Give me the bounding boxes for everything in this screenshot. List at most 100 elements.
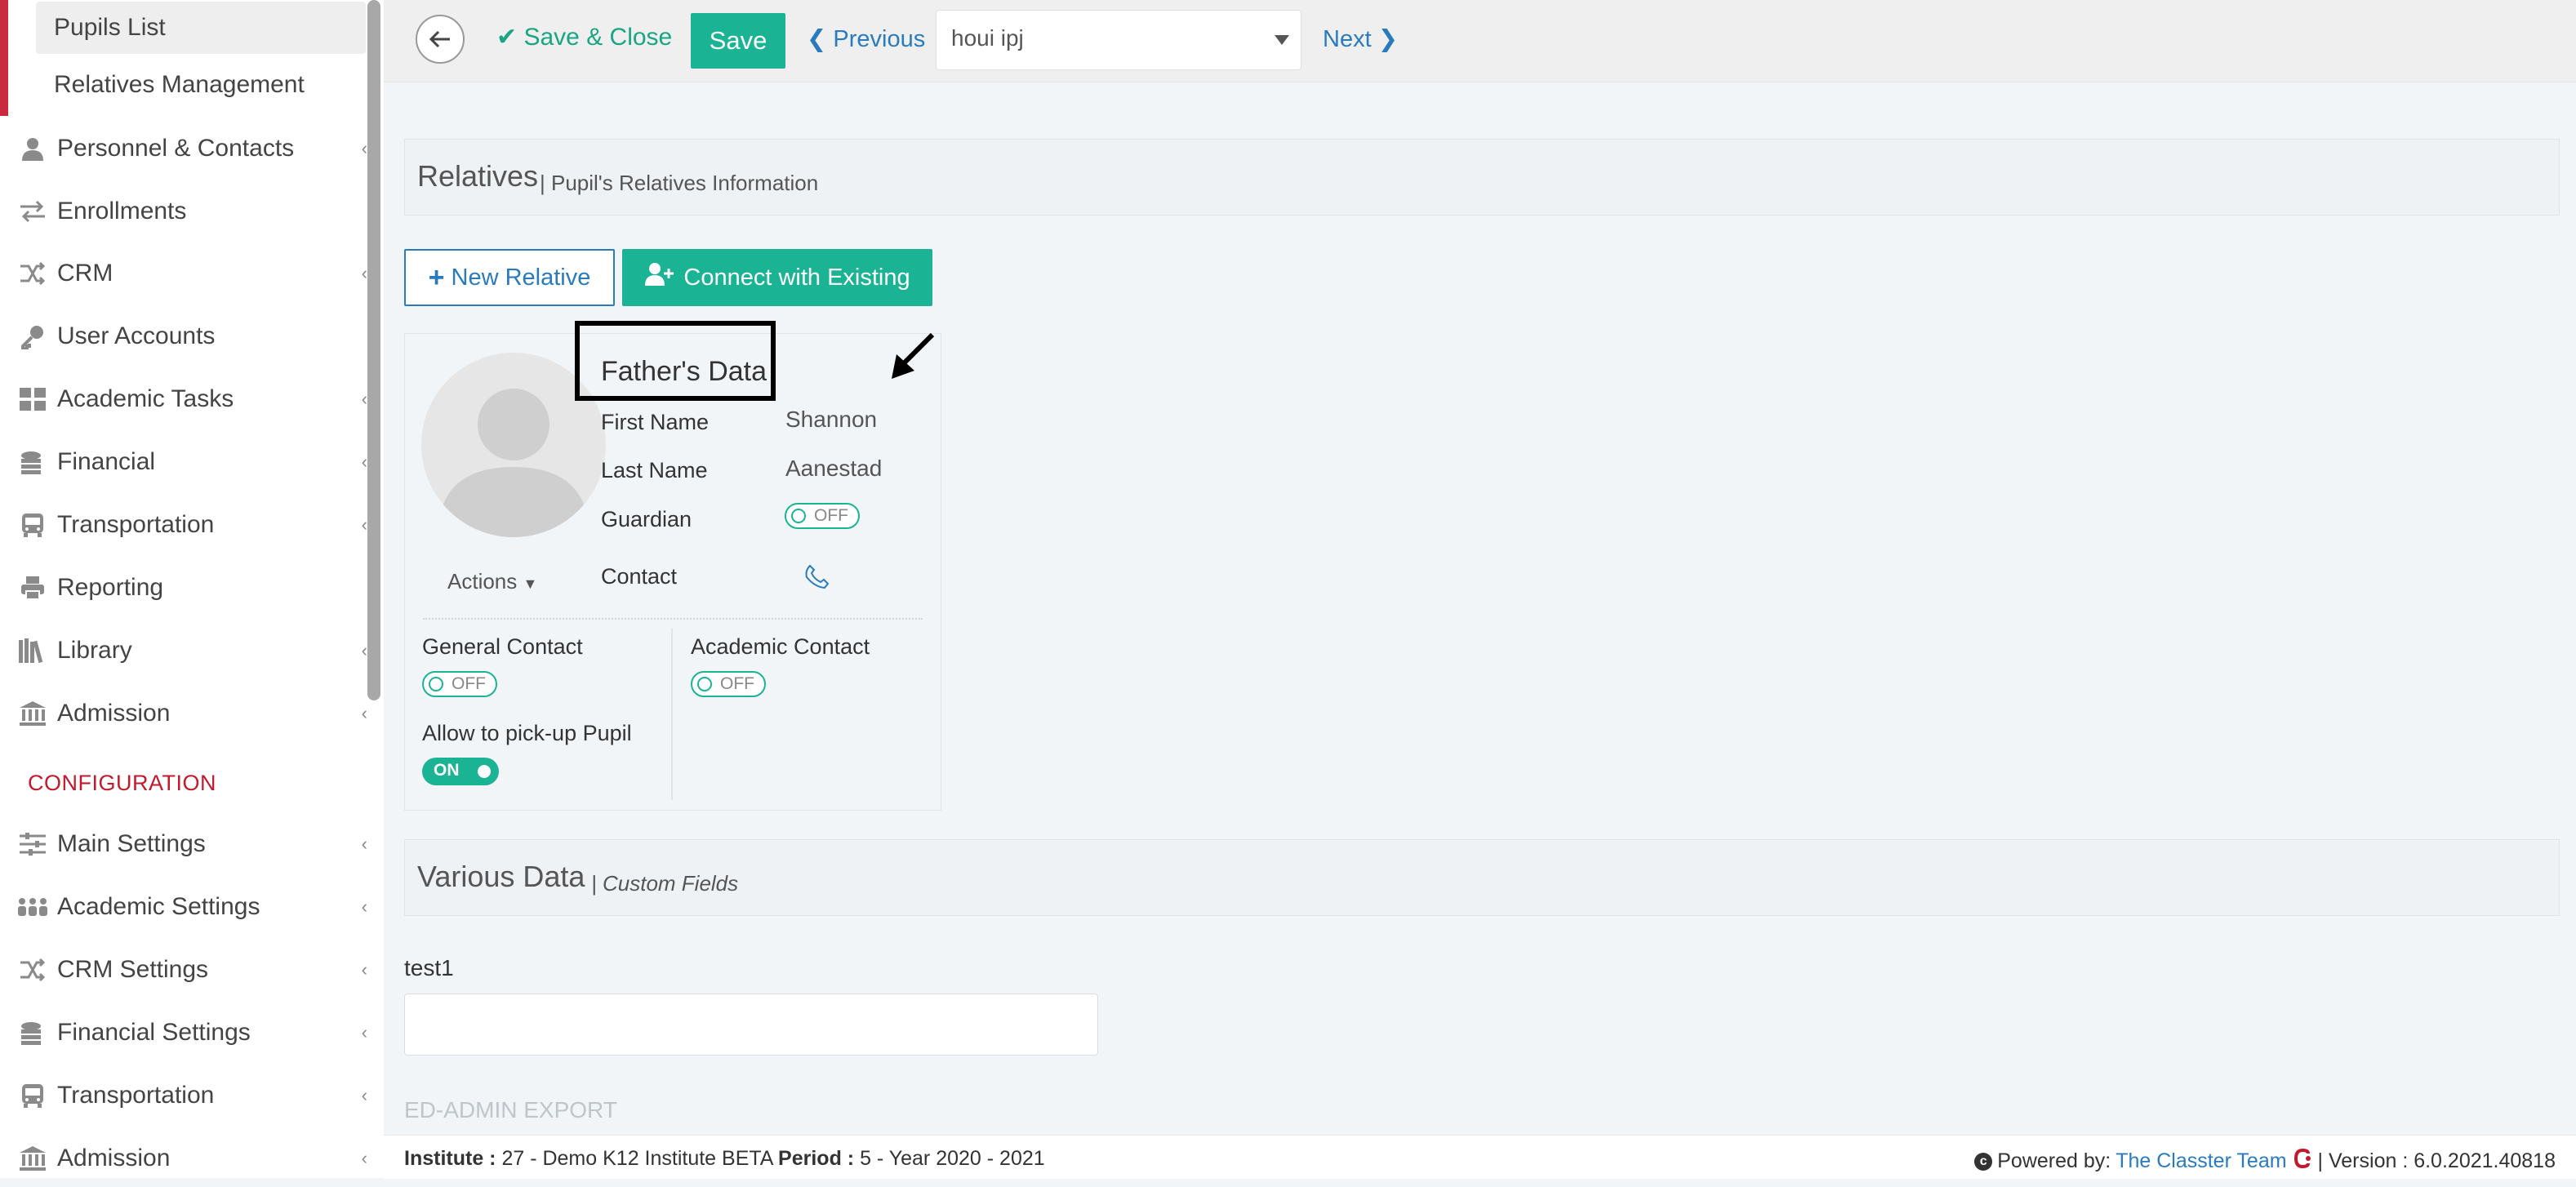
sliders-icon [16, 828, 49, 860]
record-select[interactable]: houi ipj [936, 10, 1301, 70]
user-plus-icon [644, 262, 675, 293]
sidebar-item-label: Library [57, 637, 132, 664]
sidebar: Pupils List Relatives Management Personn… [0, 0, 384, 1178]
institution-icon [16, 697, 49, 730]
bus-icon [16, 1079, 49, 1112]
chevron-left-icon: ‹ [361, 138, 367, 158]
caret-down-icon: ▼ [523, 576, 538, 592]
sidebar-subitem-pupils-list[interactable]: Pupils List [36, 2, 366, 54]
save-close-label: Save & Close [523, 24, 673, 51]
sidebar-item-crm-settings[interactable]: CRM Settings ‹ [0, 941, 367, 998]
version-text: | Version : 6.0.2021.40818 [2317, 1149, 2556, 1172]
sidebar-item-user-accounts[interactable]: User Accounts [0, 308, 367, 365]
next-label: Next [1323, 26, 1372, 52]
next-button[interactable]: Next ❯ [1323, 24, 1398, 53]
toggle-text: OFF [452, 674, 486, 693]
chevron-left-icon: ‹ [361, 703, 367, 723]
first-name-value: Shannon [785, 407, 878, 432]
save-close-button[interactable]: ✔ Save & Close [496, 23, 672, 51]
chevron-left-icon: ‹ [361, 1085, 367, 1105]
coins-icon [16, 446, 49, 478]
footer: Institute : 27 - Demo K12 Institute BETA… [384, 1135, 2576, 1179]
sidebar-item-main-settings[interactable]: Main Settings ‹ [0, 816, 367, 873]
save-button[interactable]: Save [691, 13, 785, 69]
sidebar-item-academic-tasks[interactable]: Academic Tasks ‹ [0, 371, 367, 428]
users-group-icon [16, 891, 49, 923]
chevron-left-icon: ❮ [807, 26, 827, 52]
academic-contact-toggle[interactable]: OFF [691, 671, 766, 697]
phone-icon[interactable] [803, 563, 831, 595]
bus-icon [16, 509, 49, 541]
sidebar-item-label: Academic Tasks [57, 385, 234, 412]
chevron-left-icon: ‹ [361, 640, 367, 660]
check-icon: ✔ [496, 24, 518, 51]
period-value: 5 - Year 2020 - 2021 [860, 1147, 1045, 1170]
sidebar-item-label: Admission [57, 1145, 171, 1171]
shuffle-icon [16, 257, 49, 290]
sidebar-scrollbar[interactable] [367, 0, 380, 700]
institution-icon [16, 1142, 49, 1175]
sidebar-item-transportation[interactable]: Transportation ‹ [0, 496, 367, 553]
actions-dropdown[interactable]: Actions ▼ [447, 569, 537, 594]
chevron-left-icon: ‹ [361, 834, 367, 854]
sidebar-subitem-relatives-management[interactable]: Relatives Management [36, 59, 366, 111]
relatives-section-header: Relatives | Pupil's Relatives Informatio… [404, 139, 2560, 216]
card-title: Father's Data [601, 356, 767, 387]
caret-down-icon [1275, 35, 1289, 45]
general-contact-label: General Contact [422, 634, 583, 659]
previous-button[interactable]: ❮ Previous [807, 24, 925, 53]
sidebar-item-label: CRM Settings [57, 956, 209, 983]
sidebar-item-label: User Accounts [57, 322, 216, 349]
connect-existing-button[interactable]: Connect with Existing [622, 249, 932, 306]
sidebar-item-label: Main Settings [57, 830, 206, 857]
section-subtitle: | Custom Fields [591, 871, 739, 896]
chevron-right-icon: ❯ [1377, 26, 1399, 52]
chevron-left-icon: ‹ [361, 896, 367, 917]
sidebar-item-library[interactable]: Library ‹ [0, 622, 367, 679]
general-contact-toggle[interactable]: OFF [422, 671, 497, 697]
contact-label: Contact [601, 564, 678, 589]
period-label: Period : [778, 1147, 855, 1170]
back-button[interactable] [416, 15, 465, 64]
footer-credits: c Powered by: The Classter Team | Versio… [1974, 1147, 2556, 1176]
copyright-icon: c [1974, 1152, 1993, 1171]
guardian-toggle[interactable]: OFF [785, 503, 860, 529]
sidebar-item-academic-settings[interactable]: Academic Settings ‹ [0, 878, 367, 936]
sidebar-item-label: Academic Settings [57, 893, 260, 920]
section-title: Various Data [417, 860, 585, 893]
divider [423, 618, 923, 620]
sidebar-item-label: Enrollments [57, 198, 187, 225]
classter-link[interactable]: The Classter Team [2116, 1149, 2286, 1173]
toggle-text: OFF [720, 674, 754, 693]
sidebar-item-enrollments[interactable]: Enrollments [0, 183, 367, 240]
person-icon [16, 132, 49, 165]
sidebar-item-financial-settings[interactable]: Financial Settings ‹ [0, 1004, 367, 1061]
sidebar-item-admission[interactable]: Admission ‹ [0, 685, 367, 742]
custom-field-input[interactable] [404, 994, 1098, 1056]
previous-label: Previous [833, 26, 926, 52]
sidebar-item-crm[interactable]: CRM ‹ [0, 245, 367, 302]
shuffle-icon [16, 954, 49, 986]
sidebar-item-label: Reporting [57, 574, 164, 601]
sidebar-item-admission-settings[interactable]: Admission ‹ [0, 1130, 367, 1187]
sidebar-item-financial[interactable]: Financial ‹ [0, 433, 367, 491]
sidebar-item-reporting[interactable]: Reporting [0, 559, 367, 616]
new-relative-button[interactable]: + New Relative [404, 249, 615, 306]
sidebar-active-indicator [0, 0, 8, 116]
last-name-label: Last Name [601, 458, 708, 482]
new-relative-label: New Relative [451, 264, 591, 291]
sidebar-item-label: Financial Settings [57, 1019, 251, 1046]
sidebar-item-personnel[interactable]: Personnel & Contacts ‹ [0, 120, 367, 177]
connect-label: Connect with Existing [683, 264, 910, 291]
chevron-left-icon: ‹ [361, 1022, 367, 1043]
pickup-toggle[interactable]: ON [422, 758, 499, 785]
sidebar-item-label: CRM [57, 260, 113, 287]
toggle-knob [697, 677, 712, 691]
last-name-value: Aanestad [785, 456, 883, 481]
powered-label: Powered by: [1997, 1149, 2111, 1172]
sidebar-item-label: Transportation [57, 511, 215, 538]
chevron-left-icon: ‹ [361, 451, 367, 472]
toggle-knob [791, 509, 806, 523]
sidebar-item-transportation-settings[interactable]: Transportation ‹ [0, 1067, 367, 1124]
section-subtitle: | Pupil's Relatives Information [540, 171, 819, 195]
